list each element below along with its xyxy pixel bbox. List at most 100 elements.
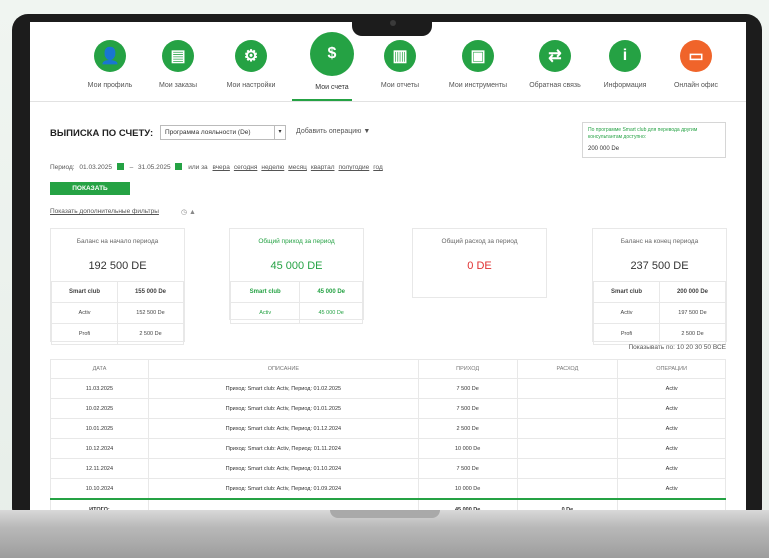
- quick-period-link[interactable]: квартал: [311, 164, 335, 171]
- card-breakdown-row: Smart club 45 000 De: [229, 281, 363, 303]
- table-header-cell: РАСХОД: [516, 359, 619, 379]
- table-cell: 7 500 De: [417, 398, 518, 419]
- laptop-opening-notch: [330, 510, 440, 518]
- program-select[interactable]: Программа лояльности (De) ▾: [160, 125, 286, 140]
- card-breakdown-row: Activ 45 000 De: [229, 302, 363, 324]
- table-cell: Activ: [617, 478, 726, 500]
- quick-period-link[interactable]: сегодня: [234, 164, 257, 171]
- table-cell: Activ: [617, 458, 726, 479]
- nav-item-1[interactable]: ▤ Мои заказы: [138, 40, 218, 89]
- card-amount: 192 500 DE: [88, 260, 147, 272]
- table-header-cell: ПРИХОД: [417, 359, 518, 379]
- nav-item-8[interactable]: ▭ Онлайн офис: [656, 40, 736, 89]
- briefcase-icon: ▭: [680, 40, 712, 72]
- card-breakdown-cell: 2 500 De: [658, 323, 727, 345]
- nav-item-label: Мои инструменты: [448, 82, 508, 89]
- table-cell: [516, 378, 619, 399]
- card-amount: 45 000 DE: [270, 260, 323, 272]
- card-breakdown-cell: Profi: [51, 323, 118, 345]
- table-cell: Приход: Smart club: Activ, Период: 01.01…: [147, 398, 419, 419]
- statement-title: ВЫПИСКА ПО СЧЕТУ:: [50, 128, 154, 139]
- table-header-row: ДАТА ОПИСАНИЕ ПРИХОД РАСХОД ОПЕРАЦИИ: [50, 359, 726, 379]
- table-cell: Приход: Smart club: Activ, Период: 01.09…: [147, 478, 419, 500]
- card-breakdown-cell: 155 000 De: [116, 281, 185, 303]
- table-cell: [516, 458, 619, 479]
- clipboard-icon: ▤: [162, 40, 194, 72]
- table-row[interactable]: 10.12.2024 Приход: Smart club: Activ, Пер…: [50, 438, 726, 459]
- card-breakdown-table: Smart club 45 000 De Activ 45 000 De: [229, 281, 363, 324]
- table-cell: Приход: Smart club: Activ, Период: 01.11…: [147, 438, 419, 459]
- quick-period-link[interactable]: полугодие: [338, 164, 369, 171]
- nav-item-5[interactable]: ▣ Мои инструменты: [438, 40, 518, 89]
- quick-period-links: вчера сегодня неделю месяц квартал полугодие г…: [212, 164, 386, 171]
- program-select-value: Программа лояльности (De): [165, 129, 251, 136]
- card-breakdown-table: Smart club 200 000 De Activ 197 500 De Profi…: [593, 281, 727, 345]
- additional-filters-link[interactable]: Показать дополнительные фильтры: [50, 208, 159, 215]
- transfer-info-text: По программе Smart club для перевода дру…: [588, 127, 698, 140]
- table-cell: Activ: [617, 438, 726, 459]
- period-filter: Период: 01.03.2025 – 31.05.2025 или за в…: [50, 163, 387, 171]
- person-icon: 👤: [94, 40, 126, 72]
- card-amount: 0 DE: [467, 260, 492, 272]
- show-button[interactable]: ПОКАЗАТЬ: [50, 182, 130, 195]
- quick-period-link[interactable]: неделю: [261, 164, 284, 171]
- money-bag-icon: $: [310, 32, 354, 76]
- table-cell: 10 000 De: [417, 478, 518, 500]
- card-breakdown-table: Smart club 155 000 De Activ 152 500 De Profi…: [51, 281, 185, 345]
- add-operation-dropdown[interactable]: Добавить операцию ▼: [296, 128, 370, 135]
- quick-period-link[interactable]: месяц: [288, 164, 307, 171]
- period-from-input[interactable]: 01.03.2025: [79, 164, 112, 171]
- period-dash: –: [129, 164, 134, 171]
- period-to-input[interactable]: 31.05.2025: [138, 164, 171, 171]
- table-total-row: ИТОГО: 45 000 De 0 De: [50, 498, 726, 510]
- transactions-table: ДАТА ОПИСАНИЕ ПРИХОД РАСХОД ОПЕРАЦИИ 11.03.2…: [50, 359, 726, 510]
- card-amount: 237 500 DE: [630, 260, 689, 272]
- nav-item-7[interactable]: i Информация: [585, 40, 665, 89]
- summary-card: Баланс на начало периода 192 500 DE Smart …: [50, 228, 185, 345]
- table-header-cell: ОПЕРАЦИИ: [617, 359, 726, 379]
- table-cell: Приход: Smart club: Activ, Период: 01.10…: [147, 458, 419, 479]
- card-breakdown-row: Smart club 200 000 De: [593, 281, 727, 303]
- nav-item-2[interactable]: ⚙ Мои настройки: [211, 40, 291, 89]
- calendar-icon[interactable]: [175, 163, 183, 170]
- table-cell: 10.02.2025: [50, 398, 149, 419]
- table-cell: 10.01.2025: [50, 418, 149, 439]
- gears-icon: ⚙: [235, 40, 267, 72]
- table-row[interactable]: 11.03.2025 Приход: Smart club: Activ, Пер…: [50, 378, 726, 399]
- nav-item-4[interactable]: ▥ Мои отчеты: [360, 40, 440, 89]
- table-header-cell: ОПИСАНИЕ: [147, 359, 419, 379]
- table-cell: 7 500 De: [417, 458, 518, 479]
- calendar-icon[interactable]: [116, 163, 124, 170]
- table-cell: [516, 398, 619, 419]
- card-breakdown-cell: 200 000 De: [658, 281, 727, 303]
- card-breakdown-cell: Activ: [51, 302, 118, 324]
- table-header-cell: ДАТА: [50, 359, 149, 379]
- quick-period-link[interactable]: вчера: [212, 164, 229, 171]
- card-breakdown-cell: 45 000 De: [299, 281, 363, 303]
- table-cell: Приход: Smart club: Activ, Период: 01.12…: [147, 418, 419, 439]
- info-icon: i: [609, 40, 641, 72]
- table-row[interactable]: 10.10.2024 Приход: Smart club: Activ, Пер…: [50, 478, 726, 500]
- card-breakdown-row: Profi 2 500 De: [593, 323, 727, 345]
- quick-period-link[interactable]: год: [373, 164, 383, 171]
- card-breakdown-cell: Activ: [593, 302, 660, 324]
- card-breakdown-row: Activ 152 500 De: [51, 302, 185, 324]
- card-breakdown-cell: Smart club: [229, 281, 301, 303]
- filters-toggle-icon[interactable]: ◷ ▲: [181, 208, 196, 216]
- chevron-down-icon[interactable]: ▾: [274, 126, 285, 139]
- caret-down-icon: ▼: [363, 128, 371, 135]
- card-title: Общий расход за период: [441, 238, 518, 245]
- total-cell: 45 000 De: [417, 498, 518, 510]
- table-cell: 10.12.2024: [50, 438, 149, 459]
- card-title: Баланс на конец периода: [620, 238, 699, 245]
- card-breakdown-cell: Profi: [593, 323, 660, 345]
- page-size-selector[interactable]: Показывать по: 10 20 30 50 ВСЕ: [628, 344, 726, 351]
- total-cell: [147, 498, 419, 510]
- nav-item-6[interactable]: ⇄ Обратная связь: [515, 40, 595, 89]
- table-row[interactable]: 10.01.2025 Приход: Smart club: Activ, Пер…: [50, 418, 726, 439]
- table-row[interactable]: 12.11.2024 Приход: Smart club: Activ, Пер…: [50, 458, 726, 479]
- table-cell: 11.03.2025: [50, 378, 149, 399]
- add-operation-label: Добавить операцию: [296, 128, 362, 135]
- table-row[interactable]: 10.02.2025 Приход: Smart club: Activ, Пер…: [50, 398, 726, 419]
- tools-screen-icon: ▣: [462, 40, 494, 72]
